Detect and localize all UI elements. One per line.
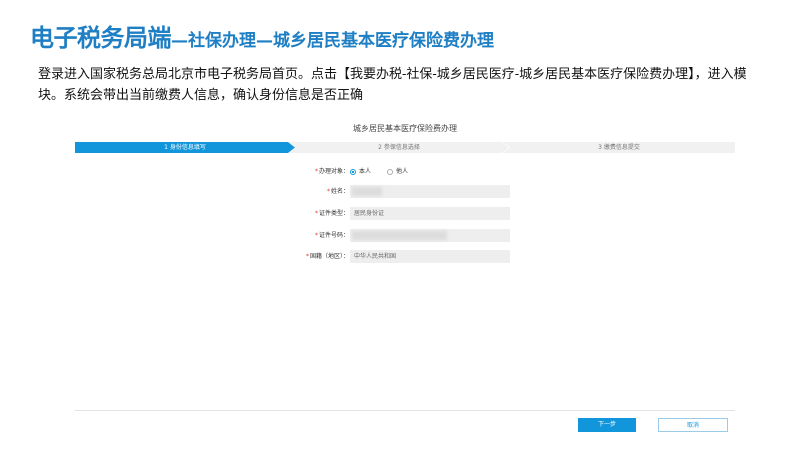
radio-checked-icon	[350, 169, 356, 175]
footer-divider	[75, 410, 735, 411]
step-insurance-select: 2 参保信息选择	[289, 142, 509, 153]
nationality-row: *国籍（地区）： 中华人民共和国	[75, 250, 735, 264]
nationality-label-text: 国籍（地区）：	[309, 253, 349, 260]
required-mark: *	[314, 232, 318, 239]
id-number-label-text: 证件号码：	[318, 232, 349, 239]
id-number-row: *证件号码：	[75, 229, 735, 243]
target-label-text: 办理对象：	[318, 168, 349, 175]
cancel-button[interactable]: 取消	[658, 418, 728, 432]
id-type-label-text: 证件类型：	[318, 210, 349, 217]
nationality-label: *国籍（地区）：	[306, 250, 349, 264]
slide-title-sub: —社保办理—城乡居民基本医疗保险费办理	[171, 31, 494, 51]
target-radio-group: 本人 他人	[350, 165, 422, 179]
slide-title-main: 电子税务局端	[30, 24, 172, 52]
id-type-label: *证件类型：	[315, 207, 349, 221]
name-label-text: 姓名：	[330, 188, 349, 195]
name-row: *姓名：	[75, 185, 735, 199]
slide-description: 登录进入国家税务总局北京市电子税务局首页。点击【我要办税-社保-城乡居民医疗-城…	[38, 67, 747, 103]
step-payment-submit: 3 缴费信息提交	[503, 142, 735, 153]
next-button[interactable]: 下一步	[578, 418, 636, 432]
required-mark: *	[326, 188, 330, 195]
required-mark: *	[305, 253, 309, 260]
radio-unchecked-icon	[386, 169, 393, 175]
radio-other-label: 他人	[395, 168, 408, 175]
name-label: *姓名：	[327, 185, 349, 199]
target-label: *办理对象：	[315, 165, 349, 179]
redacted-name	[352, 187, 382, 196]
required-mark: *	[314, 210, 318, 217]
form-title: 城乡居民基本医疗保险费办理	[353, 124, 457, 133]
step-progress: 1 身份信息填写 2 参保信息选择 3 缴费信息提交	[75, 142, 735, 153]
nationality-field[interactable]: 中华人民共和国	[350, 250, 510, 263]
target-row: *办理对象： 本人 他人	[75, 165, 735, 179]
id-type-field[interactable]: 居民身份证	[350, 207, 510, 220]
radio-self-label: 本人	[359, 168, 372, 175]
slide-title: 电子税务局端—社保办理—城乡居民基本医疗保险费办理	[30, 18, 494, 53]
form-screenshot: 城乡居民基本医疗保险费办理 1 身份信息填写 2 参保信息选择 3 缴费信息提交…	[75, 118, 735, 436]
required-mark: *	[314, 168, 318, 175]
id-type-row: *证件类型： 居民身份证	[75, 207, 735, 221]
id-number-label: *证件号码：	[315, 229, 349, 243]
step-identity-info: 1 身份信息填写	[75, 142, 295, 153]
radio-self[interactable]: 本人	[350, 165, 371, 179]
radio-other[interactable]: 他人	[386, 165, 408, 179]
redacted-id-number	[352, 231, 447, 240]
